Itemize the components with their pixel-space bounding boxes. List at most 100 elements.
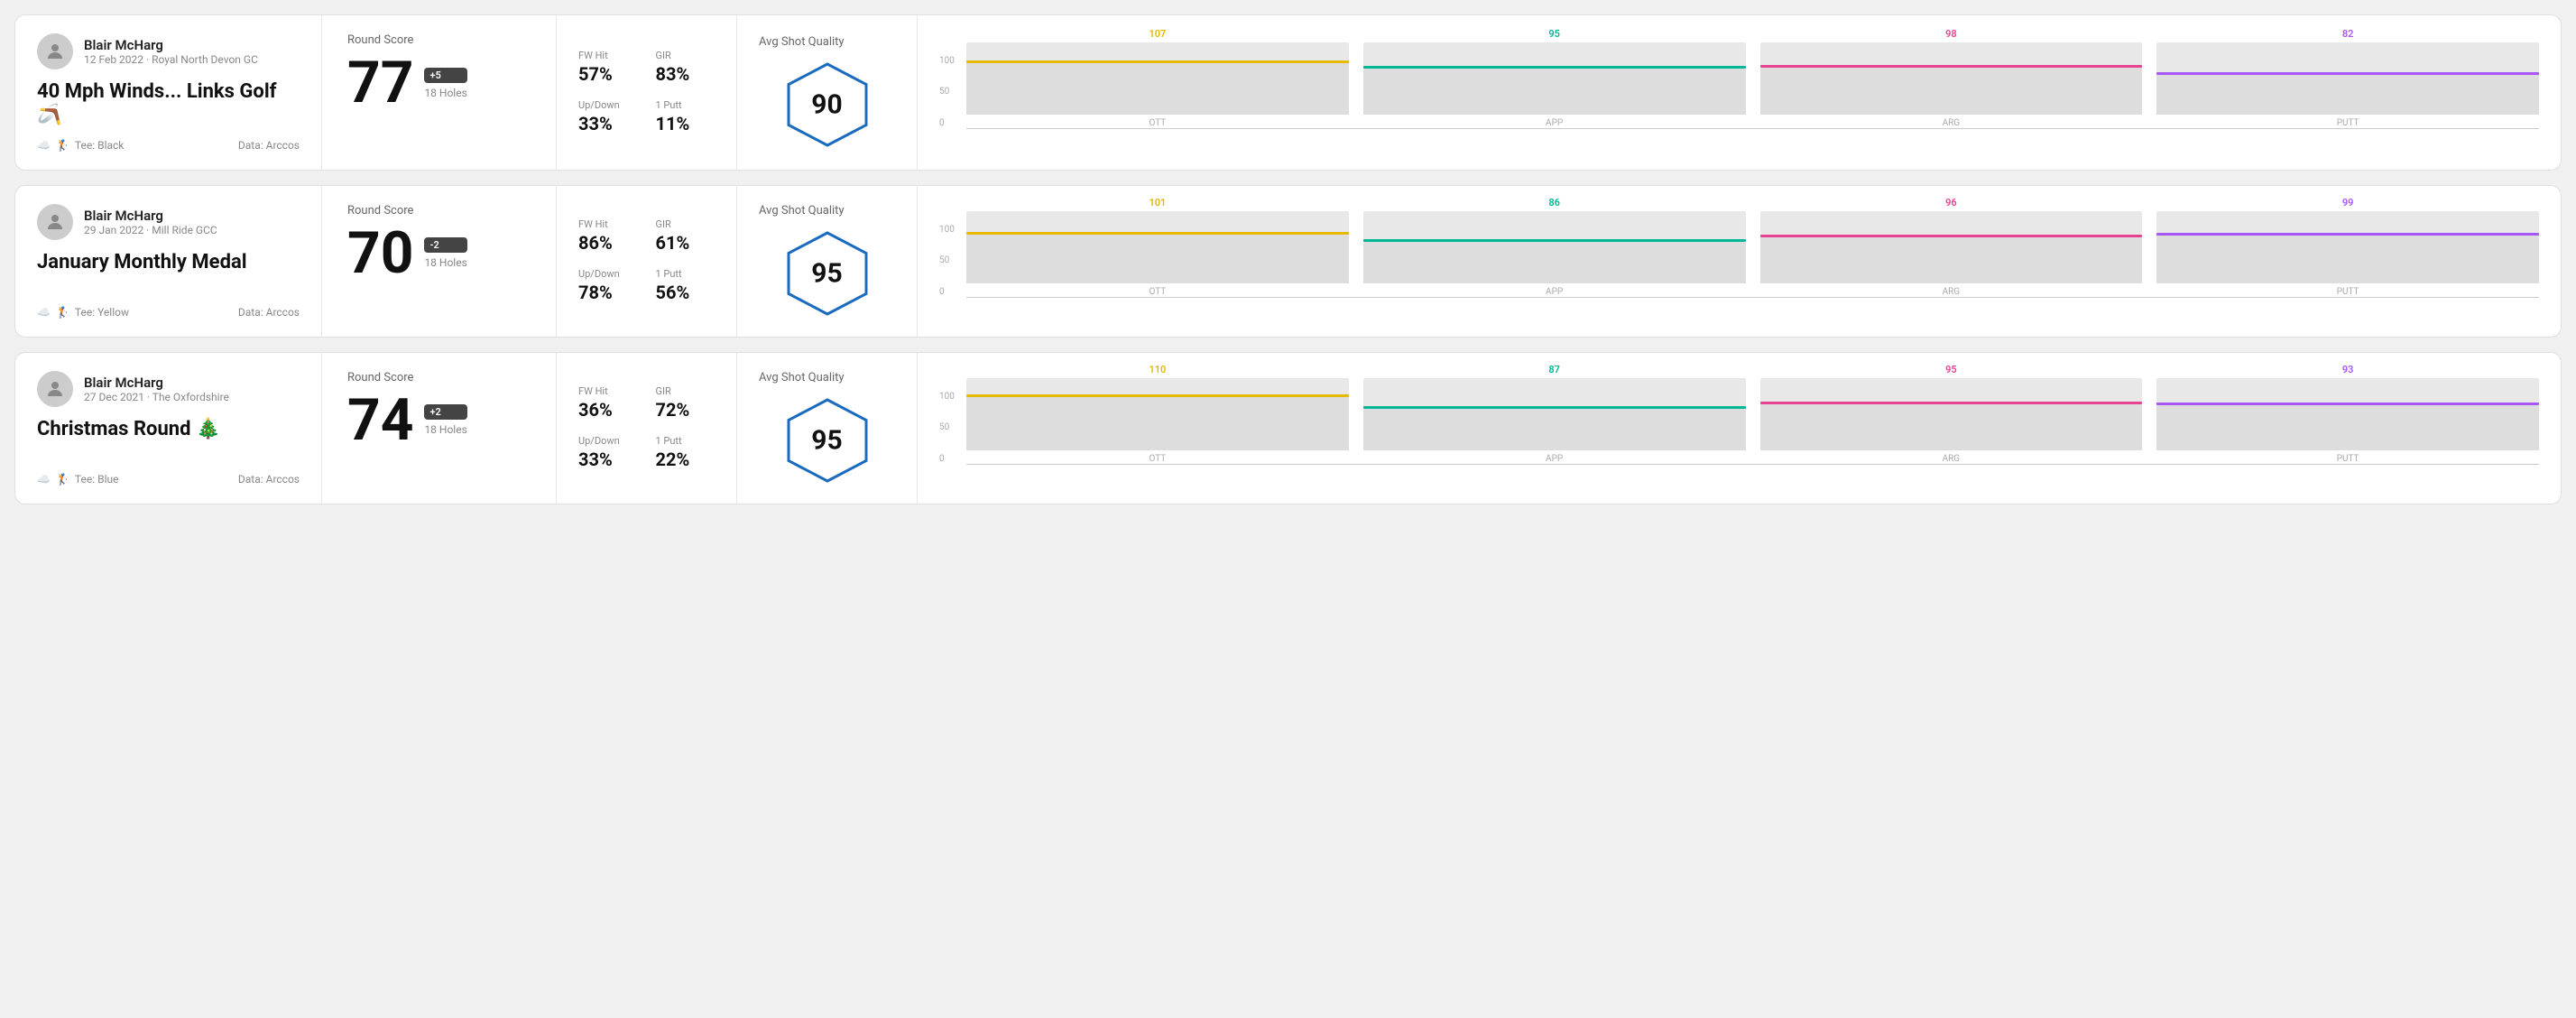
- tee-label: Tee: Blue: [75, 473, 119, 486]
- player-date: 27 Dec 2021 · The Oxfordshire: [84, 391, 229, 403]
- player-name: Blair McHarg: [84, 37, 258, 53]
- bar-bg: [1760, 42, 2143, 115]
- oneputt-label: 1 Putt: [656, 435, 716, 447]
- chart-x-label: APP: [1546, 454, 1563, 464]
- updown-value: 33%: [578, 113, 638, 134]
- chart-x-label: ARG: [1943, 118, 1961, 128]
- hexagon-container: 95: [782, 395, 873, 486]
- updown-value: 33%: [578, 449, 638, 470]
- bar-bg: [966, 211, 1349, 283]
- score-holes: 18 Holes: [424, 423, 466, 436]
- round-title: January Monthly Medal: [37, 251, 300, 274]
- updown-value: 78%: [578, 282, 638, 303]
- player-date: 29 Jan 2022 · Mill Ride GCC: [84, 224, 217, 236]
- chart-x-label: PUTT: [2337, 287, 2359, 297]
- player-info: Blair McHarg 27 Dec 2021 · The Oxfordshi…: [37, 371, 300, 407]
- score-badge: +2: [424, 404, 466, 420]
- golf-cart-icon: 🏌️: [56, 306, 69, 319]
- chart-x-label: APP: [1546, 287, 1563, 297]
- axis-line: [966, 128, 2539, 129]
- bar-chart-container: 100 50 0 110 OTT 87 APP: [939, 392, 2539, 465]
- bar-line: [1760, 65, 2143, 68]
- bottom-info: ☁️ 🏌️ Tee: Yellow Data: Arccos: [37, 306, 300, 319]
- gir-label: GIR: [656, 50, 716, 61]
- stats-grid: FW Hit 57% GIR 83% Up/Down 33% 1 Putt 11…: [578, 50, 715, 134]
- gir-value: 72%: [656, 399, 716, 421]
- bar-bg: [1363, 42, 1746, 115]
- bar-bg: [2156, 42, 2539, 115]
- score-details: +5 18 Holes: [424, 68, 466, 99]
- quality-score: 95: [811, 257, 842, 289]
- y-label-0: 0: [939, 287, 955, 297]
- gir-stat: GIR 61%: [656, 218, 716, 254]
- oneputt-value: 11%: [656, 113, 716, 134]
- cloud-icon: ☁️: [37, 139, 51, 152]
- chart-col-arg: 96 ARG: [1760, 197, 2143, 297]
- chart-col-app: 95 APP: [1363, 28, 1746, 128]
- oneputt-stat: 1 Putt 11%: [656, 99, 716, 134]
- avg-shot-label: Avg Shot Quality: [759, 35, 845, 49]
- score-badge: +5: [424, 68, 466, 83]
- data-source: Data: Arccos: [238, 473, 300, 486]
- updown-stat: Up/Down 78%: [578, 268, 638, 303]
- quality-section: Avg Shot Quality 95: [737, 186, 918, 337]
- bar-value-label: 82: [2342, 28, 2354, 40]
- round-title: 40 Mph Winds... Links Golf 🪃: [37, 80, 300, 128]
- avatar: [37, 371, 73, 407]
- player-name: Blair McHarg: [84, 375, 229, 391]
- bar-bg: [2156, 211, 2539, 283]
- golf-cart-icon: 🏌️: [56, 139, 69, 152]
- chart-col-app: 86 APP: [1363, 197, 1746, 297]
- quality-score: 95: [811, 424, 842, 456]
- score-details: +2 18 Holes: [424, 404, 466, 436]
- bar-line: [1363, 239, 1746, 242]
- left-section: Blair McHarg 29 Jan 2022 · Mill Ride GCC…: [15, 186, 322, 337]
- avatar: [37, 33, 73, 69]
- cloud-icon: ☁️: [37, 306, 51, 319]
- user-icon: [44, 41, 66, 62]
- score-number: 70: [347, 225, 413, 282]
- updown-stat: Up/Down 33%: [578, 99, 638, 134]
- stats-grid: FW Hit 36% GIR 72% Up/Down 33% 1 Putt 22…: [578, 385, 715, 470]
- bars-container: 110 OTT 87 APP 95: [966, 392, 2539, 464]
- axis-line: [966, 464, 2539, 465]
- round-card: Blair McHarg 29 Jan 2022 · Mill Ride GCC…: [14, 185, 2562, 338]
- stats-section: FW Hit 86% GIR 61% Up/Down 78% 1 Putt 56…: [557, 186, 737, 337]
- bars-container: 107 OTT 95 APP 98: [966, 56, 2539, 128]
- score-number: 74: [347, 392, 413, 449]
- chart-x-label: OTT: [1149, 118, 1166, 128]
- player-info: Blair McHarg 29 Jan 2022 · Mill Ride GCC: [37, 204, 300, 240]
- round-card: Blair McHarg 12 Feb 2022 · Royal North D…: [14, 14, 2562, 171]
- fw-hit-stat: FW Hit 86%: [578, 218, 638, 254]
- avatar: [37, 204, 73, 240]
- y-axis-labels: 100 50 0: [939, 56, 955, 128]
- oneputt-label: 1 Putt: [656, 99, 716, 111]
- bar-line: [966, 60, 1349, 63]
- bar-value-label: 98: [1945, 28, 1957, 40]
- fw-hit-label: FW Hit: [578, 218, 638, 230]
- bar-chart-container: 100 50 0 107 OTT 95 APP: [939, 56, 2539, 129]
- bar-bg: [966, 378, 1349, 450]
- bar-value-label: 95: [1945, 364, 1957, 375]
- y-axis-labels: 100 50 0: [939, 392, 955, 464]
- player-details: Blair McHarg 12 Feb 2022 · Royal North D…: [84, 37, 258, 66]
- gir-stat: GIR 83%: [656, 50, 716, 85]
- score-row: 70 -2 18 Holes: [347, 225, 531, 282]
- player-details: Blair McHarg 29 Jan 2022 · Mill Ride GCC: [84, 208, 217, 236]
- bar-bg: [1363, 378, 1746, 450]
- score-section: Round Score 70 -2 18 Holes: [322, 186, 557, 337]
- quality-score: 90: [811, 88, 842, 120]
- round-card: Blair McHarg 27 Dec 2021 · The Oxfordshi…: [14, 352, 2562, 504]
- quality-section: Avg Shot Quality 90: [737, 15, 918, 170]
- player-info: Blair McHarg 12 Feb 2022 · Royal North D…: [37, 33, 300, 69]
- user-icon: [44, 378, 66, 400]
- bar-value-label: 95: [1548, 28, 1560, 40]
- score-details: -2 18 Holes: [424, 237, 466, 269]
- cloud-icon: ☁️: [37, 473, 51, 486]
- gir-label: GIR: [656, 385, 716, 397]
- y-label-0: 0: [939, 454, 955, 464]
- bar-line: [2156, 403, 2539, 405]
- axis-line: [966, 297, 2539, 298]
- chart-x-label: APP: [1546, 118, 1563, 128]
- y-label-100: 100: [939, 56, 955, 66]
